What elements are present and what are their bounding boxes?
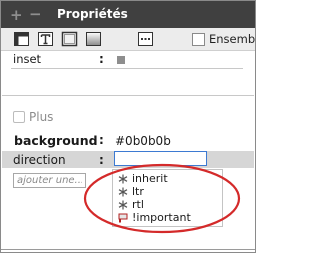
list-item-label: !important [132, 211, 191, 224]
list-item[interactable]: rtl [118, 198, 144, 211]
list-item[interactable]: ltr [118, 185, 144, 198]
divider [2, 95, 254, 96]
list-item-label: inherit [132, 172, 168, 185]
property-name-inset[interactable]: inset [13, 52, 41, 66]
asterisk-icon [118, 200, 128, 209]
ensemble-checkbox[interactable] [192, 32, 205, 46]
panel-header: + − Propriétés [1, 1, 255, 28]
border-icon[interactable] [61, 31, 78, 47]
list-item-label: rtl [132, 198, 144, 211]
add-property-input[interactable] [13, 173, 86, 188]
direction-autocomplete-list: inherit ltr rtl !important [112, 169, 223, 227]
plus-icon[interactable] [13, 111, 25, 123]
divider [11, 68, 243, 69]
property-name-direction[interactable]: direction [13, 153, 66, 167]
direction-value-input[interactable] [114, 151, 207, 166]
panel-title: Propriétés [57, 7, 128, 21]
category-toolbar: Ensemble [1, 28, 255, 51]
list-item[interactable]: inherit [118, 172, 168, 185]
more-icon[interactable] [137, 31, 154, 47]
layout-icon[interactable] [13, 31, 30, 47]
properties-panel: + − Propriétés Ensemb inset: Plus backg… [0, 0, 256, 253]
property-name-background[interactable]: background [14, 133, 98, 148]
property-colon: : [99, 52, 104, 66]
ensemble-toggle[interactable]: Ensemble [192, 31, 256, 47]
inset-color-swatch[interactable] [117, 56, 125, 64]
property-colon: : [99, 153, 104, 167]
ensemble-label: Ensemble [209, 32, 256, 46]
divider [1, 249, 255, 250]
add-property-button[interactable]: + [10, 6, 23, 24]
list-item-label: ltr [132, 185, 144, 198]
flag-icon [118, 213, 128, 222]
remove-property-button[interactable]: − [29, 5, 42, 23]
property-colon: : [99, 133, 104, 147]
asterisk-icon [118, 174, 128, 183]
asterisk-icon [118, 187, 128, 196]
property-value-background[interactable]: #0b0b0b [115, 134, 171, 148]
text-icon[interactable] [37, 31, 54, 47]
list-item[interactable]: !important [118, 211, 191, 224]
plus-section-label[interactable]: Plus [29, 110, 53, 124]
background-icon[interactable] [85, 31, 102, 47]
